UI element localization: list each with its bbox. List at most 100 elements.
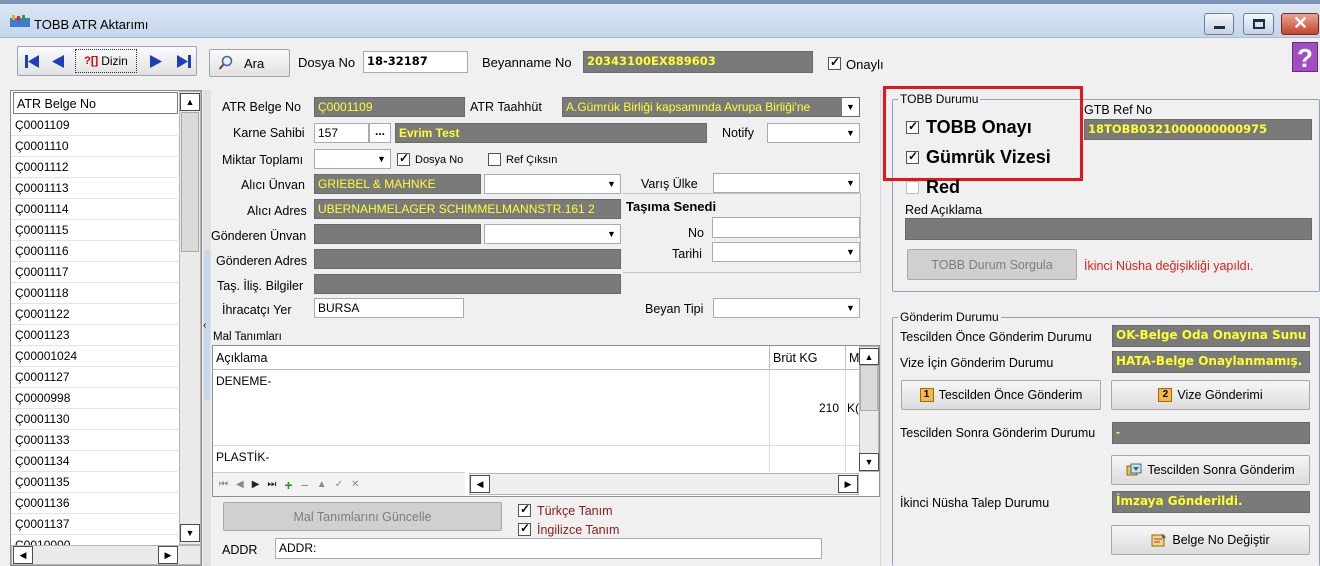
dosya-no-checkbox[interactable]: [397, 151, 410, 166]
list-item[interactable]: Ç0001127: [15, 367, 70, 388]
list-item[interactable]: Ç0001110: [15, 136, 69, 157]
tas-ilis-label: Taş. İliş. Bilgiler: [217, 279, 304, 293]
col-brut[interactable]: Brüt KG: [773, 351, 817, 365]
scroll-down-arrow[interactable]: ▼: [180, 524, 200, 542]
atr-taahhut-select[interactable]: A.Gümrük Birliği kapsamında Avrupa Birli…: [562, 97, 860, 117]
close-button[interactable]: ✕: [1281, 13, 1319, 35]
scroll-down-arrow[interactable]: ▼: [859, 453, 879, 471]
gonderen-unvan-select[interactable]: ▼: [484, 224, 621, 244]
list-item[interactable]: Ç0001133: [15, 430, 70, 451]
nav-next-icon[interactable]: ▶: [252, 479, 260, 490]
vize-gonderimi-button[interactable]: 2 Vize Gönderimi: [1111, 380, 1310, 410]
tarihi-select[interactable]: ▼: [712, 242, 860, 262]
scroll-left-arrow[interactable]: ◀: [470, 475, 490, 493]
list-item[interactable]: Ç0001137: [15, 514, 70, 535]
prev-record-button[interactable]: [48, 52, 68, 71]
scroll-right-arrow[interactable]: ▶: [158, 546, 178, 564]
nav-prev-icon[interactable]: ◀: [236, 479, 244, 490]
confirm-icon[interactable]: ✓: [335, 479, 343, 490]
alici-adres-field: UBERNAHMELAGER SCHIMMELMANNSTR.161 2: [314, 199, 621, 219]
mal-guncelle-button[interactable]: Mal Tanımlarını Güncelle: [223, 502, 502, 531]
ingilizce-tanim-checkbox[interactable]: [518, 521, 531, 536]
minimize-button[interactable]: [1204, 13, 1234, 35]
mal-tanimlari-title: Mal Tanımları: [213, 331, 282, 343]
chevron-down-icon: ▼: [842, 98, 859, 116]
scroll-thumb[interactable]: [181, 112, 199, 252]
karne-sahibi-code[interactable]: 157: [314, 123, 369, 143]
list-item[interactable]: Ç0001115: [15, 220, 69, 241]
tescil-once-gonderim-button[interactable]: 1 Tescilden Önce Gönderim: [901, 380, 1101, 410]
belge-no-degistir-button[interactable]: Belge No Değiştir: [1111, 525, 1310, 555]
list-item[interactable]: Ç0001130: [15, 409, 70, 430]
grid-hscrollbar[interactable]: ◀ ▶: [469, 473, 859, 495]
list-item[interactable]: Ç0001109: [15, 115, 70, 136]
table-row[interactable]: DENEME- 210 K(: [213, 370, 859, 446]
help-icon[interactable]: ?: [1292, 42, 1318, 73]
splitter[interactable]: ‹: [203, 90, 211, 566]
table-row[interactable]: PLASTİK-: [213, 446, 859, 472]
col-m[interactable]: M: [849, 351, 859, 365]
list-item[interactable]: Ç0001123: [15, 325, 70, 346]
tobb-durum-sorgula-button[interactable]: TOBB Durum Sorgula: [907, 249, 1077, 280]
tescil-sonra-gonderim-button[interactable]: Tescilden Sonra Gönderim: [1111, 455, 1310, 485]
browse-button[interactable]: ...: [369, 123, 391, 143]
cancel-icon[interactable]: ✕: [351, 479, 359, 490]
scroll-up-arrow[interactable]: ▲: [180, 93, 200, 111]
list-hscrollbar[interactable]: ◀ ▶: [11, 545, 201, 565]
gtb-ref-field: 18TOBB0321000000000975: [1084, 119, 1312, 140]
next-record-button[interactable]: [146, 52, 166, 71]
gonderen-adres-field: [314, 249, 621, 269]
scroll-thumb[interactable]: [860, 365, 878, 411]
list-item[interactable]: Ç0001113: [15, 178, 69, 199]
list-item[interactable]: Ç0001112: [15, 157, 69, 178]
tobb-onayi-checkbox[interactable]: [906, 119, 919, 134]
gumruk-vizesi-checkbox[interactable]: [906, 149, 919, 164]
scroll-right-arrow[interactable]: ▶: [838, 475, 858, 493]
varis-ulke-select[interactable]: ▼: [713, 173, 860, 193]
beyanname-no-field: 20343100EX889603: [583, 51, 813, 73]
grid-vscrollbar[interactable]: ▲ ▼: [859, 346, 879, 472]
onayli-checkbox[interactable]: [828, 55, 841, 70]
beyan-tipi-select[interactable]: ▼: [713, 298, 860, 318]
nav-last-icon[interactable]: ⏭: [267, 479, 276, 490]
gtb-ref-label: GTB Ref No: [1084, 103, 1153, 117]
list-item[interactable]: Ç00001024: [15, 346, 77, 367]
tescil-once-field: OK-Belge Oda Onayına Sunu: [1112, 325, 1310, 347]
dosya-no-input[interactable]: 18-32187: [363, 51, 468, 73]
remove-icon[interactable]: −: [301, 477, 309, 493]
notify-select[interactable]: ▼: [767, 123, 860, 143]
red-checkbox[interactable]: [906, 181, 919, 194]
list-header[interactable]: ATR Belge No: [13, 92, 178, 114]
prev-icon: [52, 55, 64, 68]
nav-first-icon[interactable]: ⏮: [219, 479, 228, 490]
next-icon: [150, 55, 162, 68]
ref-ciksin-checkbox[interactable]: [488, 153, 501, 166]
list-vscrollbar[interactable]: ▲ ▼: [179, 91, 201, 545]
list-item[interactable]: Ç0001117: [15, 262, 69, 283]
ihracatci-yer-input[interactable]: BURSA: [314, 298, 464, 318]
turkce-tanim-checkbox[interactable]: [518, 502, 531, 517]
first-record-button[interactable]: [22, 52, 42, 71]
list-item[interactable]: Ç0001118: [15, 283, 69, 304]
miktar-toplami-select[interactable]: ▼: [314, 149, 391, 169]
add-icon[interactable]: +: [284, 477, 292, 493]
up-icon[interactable]: ▲: [317, 479, 327, 490]
list-item[interactable]: Ç0001136: [15, 493, 70, 514]
last-record-button[interactable]: [174, 52, 194, 71]
no-label: No: [688, 226, 704, 240]
list-item[interactable]: Ç0000998: [15, 388, 70, 409]
list-item[interactable]: Ç0001122: [15, 304, 70, 325]
alici-unvan-select[interactable]: ▼: [484, 174, 621, 194]
scroll-left-arrow[interactable]: ◀: [13, 546, 33, 564]
col-aciklama[interactable]: Açıklama: [216, 351, 267, 365]
list-item[interactable]: Ç0001134: [15, 451, 70, 472]
ara-button[interactable]: Ara: [209, 49, 290, 77]
maximize-button[interactable]: [1243, 13, 1274, 35]
list-item[interactable]: Ç0001114: [15, 199, 69, 220]
dizin-button[interactable]: ?[] Dizin: [75, 49, 137, 73]
list-item[interactable]: Ç0001135: [15, 472, 70, 493]
scroll-up-arrow[interactable]: ▲: [859, 348, 879, 365]
addr-input[interactable]: ADDR:: [275, 538, 822, 559]
list-item[interactable]: Ç0001116: [15, 241, 69, 262]
tasima-no-input[interactable]: [712, 217, 860, 238]
